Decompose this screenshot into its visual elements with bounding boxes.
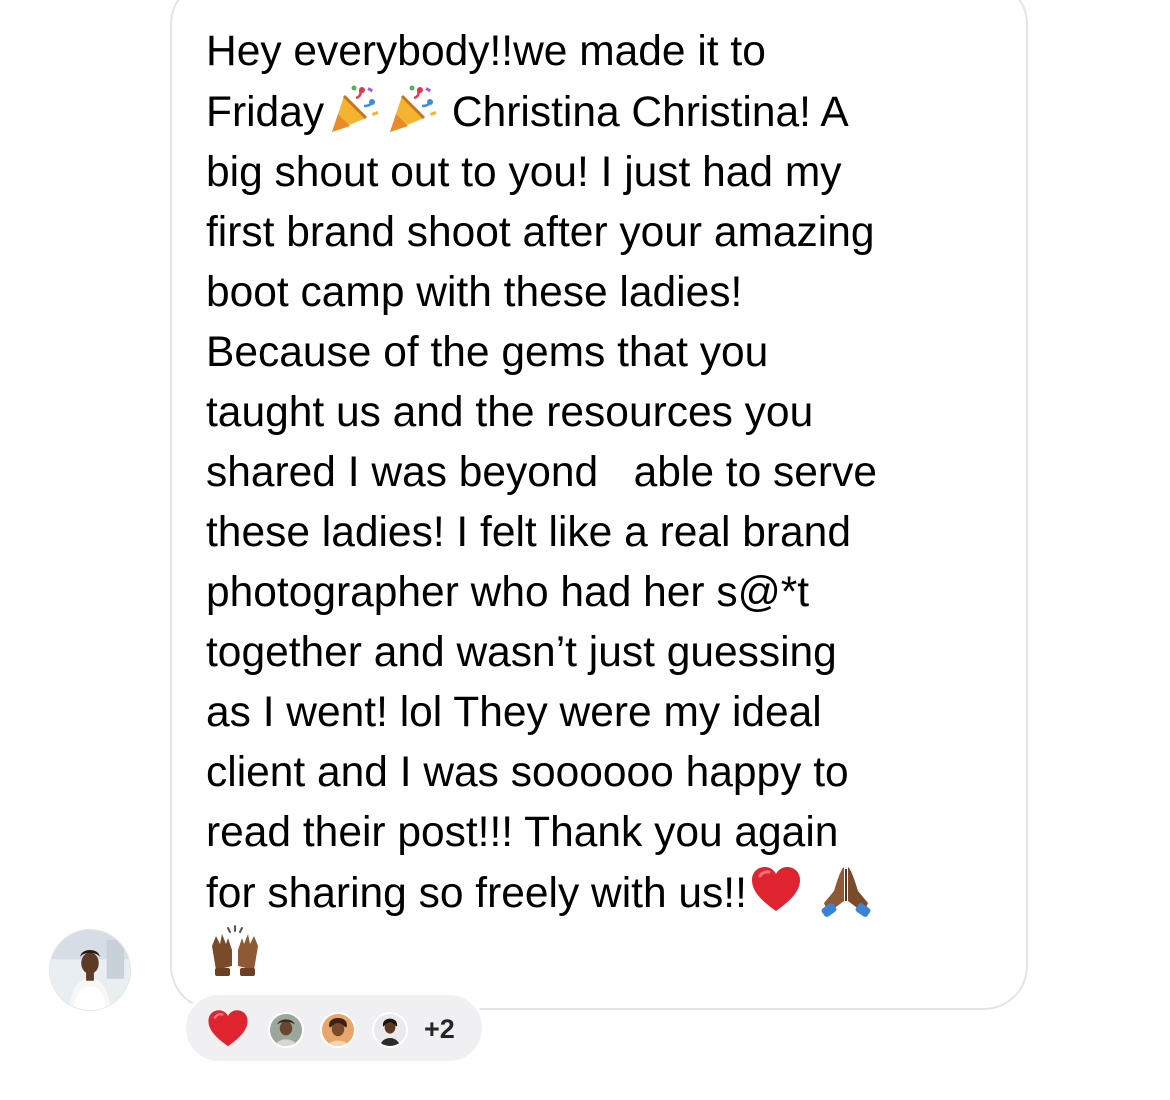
reaction-count: +2 (424, 1014, 455, 1044)
raising-hands-icon (208, 924, 262, 978)
message-line: client and I was soooooo happy to (206, 749, 849, 796)
dm-thread: Hey everybody!!we made it to Friday Chri… (0, 0, 1170, 1100)
message-line: Christina Christina! A (440, 89, 849, 136)
red-heart-icon (206, 1007, 250, 1051)
reactor-avatar (268, 1012, 304, 1048)
red-heart-icon (749, 863, 803, 917)
message-line: as I went! lol They were my ideal (206, 689, 822, 736)
sender-avatar[interactable] (49, 929, 131, 1011)
reactor-avatar (372, 1012, 408, 1048)
message-line: these ladies! I felt like a real brand (206, 509, 851, 556)
party-popper-icon (326, 82, 380, 136)
message-line: together and wasn’t just guessing (206, 629, 837, 676)
reactor-avatar (320, 1012, 356, 1048)
message-line: for sharing so freely with us!! (206, 870, 747, 917)
message-line: Hey everybody!!we made it to (206, 28, 766, 75)
message-line: first brand shoot after your amazing (206, 209, 875, 256)
message-line: big shout out to you! I just had my (206, 149, 842, 196)
message-line: photographer who had her s@*t (206, 569, 810, 616)
message-line: shared I was beyond able to serve (206, 449, 877, 496)
message-line: boot camp with these ladies! (206, 269, 743, 316)
message-line: Because of the gems that you (206, 329, 769, 376)
party-popper-icon (384, 82, 438, 136)
message-line: read their post!!! Thank you again (206, 809, 839, 856)
message-text: Hey everybody!!we made it to Friday Chri… (206, 22, 1006, 985)
message-line: Friday (206, 89, 325, 136)
message-line: taught us and the resources you (206, 389, 814, 436)
folded-hands-icon (819, 863, 873, 917)
